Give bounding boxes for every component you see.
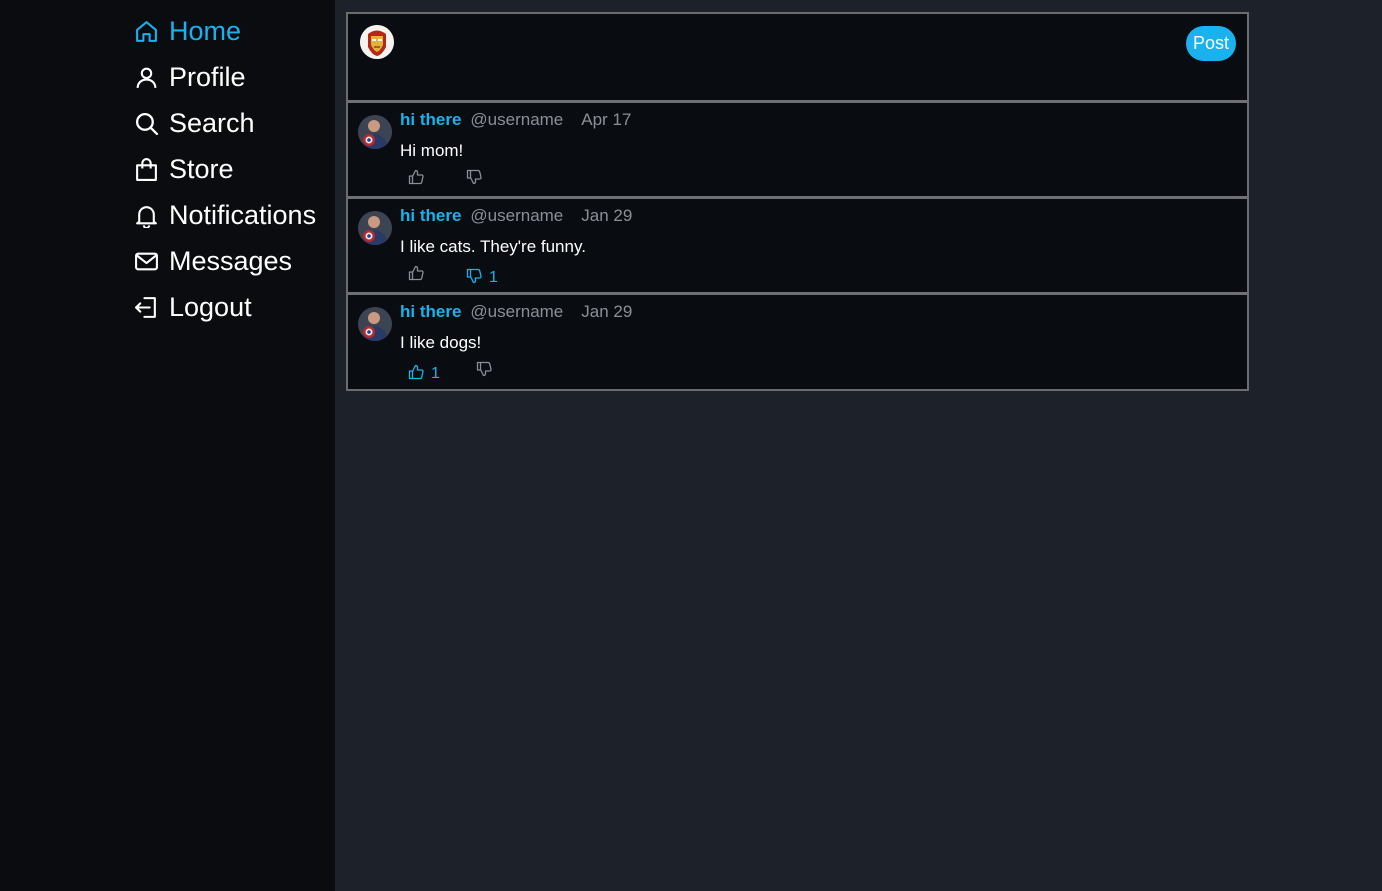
tweet-handle: @username <box>470 206 564 225</box>
feed: Post hi there @username Apr 17 Hi mom! h… <box>346 12 1249 391</box>
thumbs-down-icon <box>466 169 482 185</box>
tweet: hi there @username Apr 17 Hi mom! <box>348 103 1247 199</box>
iron-man-avatar-icon <box>360 25 394 59</box>
thumbs-up-icon <box>408 265 424 281</box>
captain-america-avatar-icon <box>358 115 392 149</box>
tweet-text: I like dogs! <box>400 333 482 352</box>
tweet-handle: @username <box>470 110 564 129</box>
sidebar-item-label: Messages <box>169 245 293 276</box>
mail-icon <box>133 248 160 275</box>
sidebar-item-store[interactable]: Store <box>133 151 234 187</box>
tweet-text: Hi mom! <box>400 141 464 160</box>
avatar <box>360 25 394 59</box>
sidebar-item-label: Logout <box>169 291 252 322</box>
tweet-date: Apr 17 <box>581 110 632 129</box>
avatar[interactable] <box>358 307 392 341</box>
sidebar-item-profile[interactable]: Profile <box>133 59 246 95</box>
avatar[interactable] <box>358 211 392 245</box>
captain-america-avatar-icon <box>358 307 392 341</box>
sidebar-item-label: Search <box>169 107 255 138</box>
sidebar-item-notifications[interactable]: Notifications <box>133 197 316 233</box>
tweet: hi there @username Jan 29 I like dogs! 1 <box>348 295 1247 391</box>
sidebar-item-label: Home <box>169 15 242 46</box>
bell-icon <box>133 202 160 229</box>
like-count: 1 <box>431 365 440 382</box>
thumbs-down-icon <box>466 268 482 284</box>
dislike-count: 1 <box>489 269 498 286</box>
thumbs-down-icon <box>476 361 492 377</box>
tweet-author-name[interactable]: hi there <box>400 110 461 130</box>
dislike-button[interactable] <box>476 361 499 377</box>
user-icon <box>133 64 160 91</box>
sidebar-item-logout[interactable]: Logout <box>133 289 252 325</box>
like-button[interactable] <box>408 169 431 185</box>
sidebar-item-label: Profile <box>169 61 246 92</box>
tweet-text: I like cats. They're funny. <box>400 237 586 256</box>
sidebar-item-label: Store <box>169 153 234 184</box>
tweet-author-name[interactable]: hi there <box>400 302 461 322</box>
compose-box[interactable]: Post <box>348 14 1247 103</box>
avatar[interactable] <box>358 115 392 149</box>
sidebar: Home Profile Search Store Notifications … <box>0 0 335 891</box>
sidebar-item-search[interactable]: Search <box>133 105 255 141</box>
tweet-date: Jan 29 <box>581 206 633 225</box>
sidebar-item-label: Notifications <box>169 199 317 230</box>
captain-america-avatar-icon <box>358 211 392 245</box>
like-button[interactable]: 1 <box>408 361 440 383</box>
tweet-author-name[interactable]: hi there <box>400 206 461 226</box>
search-icon <box>133 110 160 137</box>
sidebar-item-home[interactable]: Home <box>133 13 241 49</box>
dislike-button[interactable] <box>466 169 489 185</box>
tweet-date: Jan 29 <box>581 302 633 321</box>
logout-icon <box>133 294 160 321</box>
thumbs-up-icon <box>408 169 424 185</box>
sidebar-item-messages[interactable]: Messages <box>133 243 292 279</box>
like-button[interactable] <box>408 265 431 281</box>
tweet: hi there @username Jan 29 I like cats. T… <box>348 199 1247 295</box>
thumbs-up-icon <box>408 364 424 380</box>
home-icon <box>133 18 160 45</box>
dislike-button[interactable]: 1 <box>466 265 498 287</box>
tweet-handle: @username <box>470 302 564 321</box>
post-button[interactable]: Post <box>1186 26 1236 61</box>
shopping-bag-icon <box>133 156 160 183</box>
